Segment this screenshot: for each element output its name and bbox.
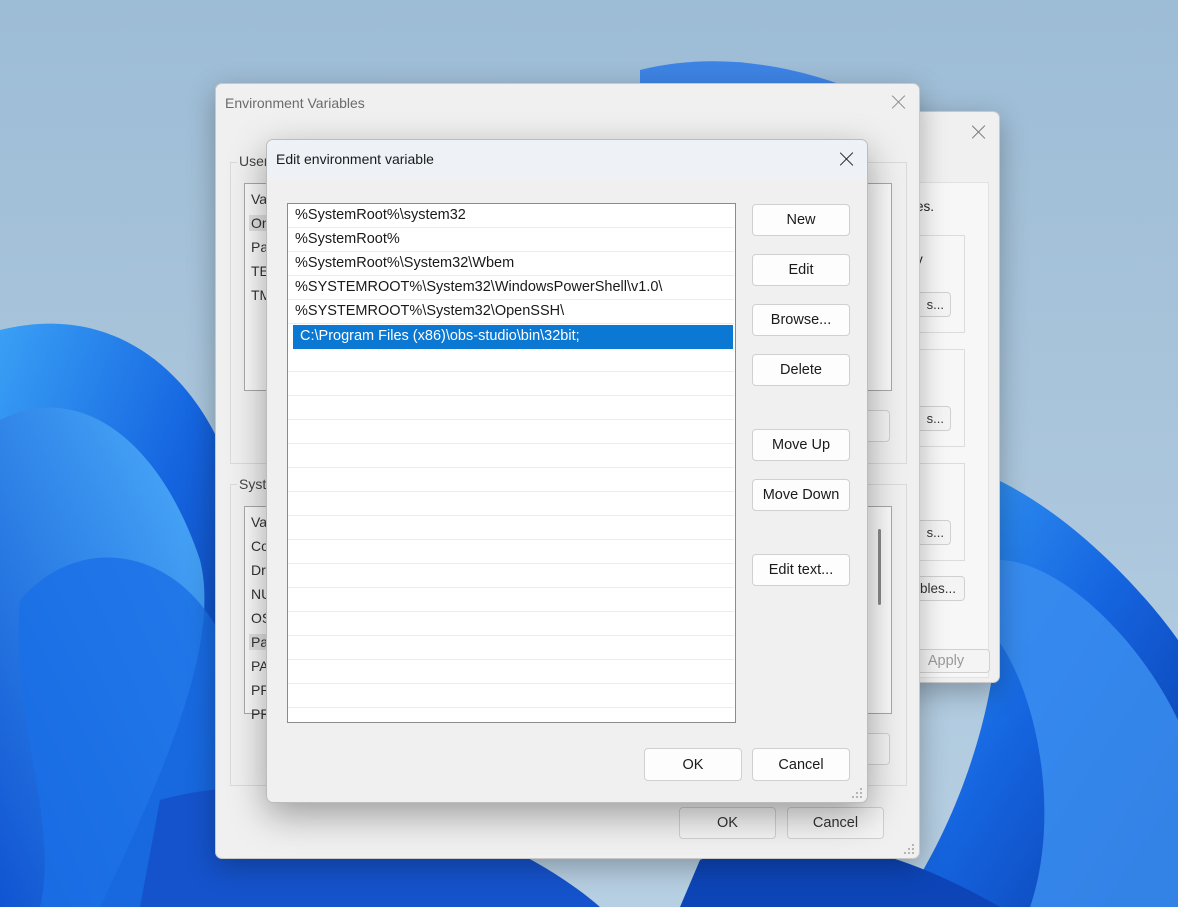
empty-row[interactable]: [288, 636, 734, 660]
browse-button[interactable]: Browse...: [752, 304, 850, 336]
new-button[interactable]: New: [752, 204, 850, 236]
ok-button[interactable]: OK: [644, 748, 742, 781]
path-entry-text: %SystemRoot%\system32: [295, 207, 466, 223]
empty-row[interactable]: [288, 372, 734, 396]
empty-row[interactable]: [288, 564, 734, 588]
title-bar: Edit environment variable: [267, 140, 867, 178]
empty-row[interactable]: [288, 492, 734, 516]
empty-row[interactable]: [288, 420, 734, 444]
path-entry-text: %SYSTEMROOT%\System32\WindowsPowerShell\…: [295, 279, 663, 295]
title-bar: Environment Variables: [216, 84, 919, 122]
dialog-title: Edit environment variable: [276, 151, 434, 167]
resize-grip-icon[interactable]: [904, 844, 914, 854]
delete-button[interactable]: Delete: [752, 354, 850, 386]
empty-row[interactable]: [288, 612, 734, 636]
close-icon[interactable]: [888, 91, 910, 113]
scrollbar-thumb[interactable]: [878, 529, 881, 605]
empty-row[interactable]: [288, 660, 734, 684]
path-entry-row[interactable]: C:\Program Files (x86)\obs-studio\bin\32…: [293, 325, 733, 349]
empty-row[interactable]: [288, 540, 734, 564]
path-entry-text: %SystemRoot%: [295, 231, 400, 247]
window-title: Environment Variables: [225, 95, 365, 111]
empty-row[interactable]: [288, 516, 734, 540]
path-entry-text: %SystemRoot%\System32\Wbem: [295, 255, 515, 271]
close-icon[interactable]: [968, 121, 990, 143]
path-entries-list[interactable]: %SystemRoot%\system32 %SystemRoot% %System…: [287, 203, 736, 723]
path-entry-text: %SYSTEMROOT%\System32\OpenSSH\: [295, 303, 565, 319]
edit-text-button[interactable]: Edit text...: [752, 554, 850, 586]
empty-row[interactable]: [288, 708, 734, 722]
close-icon[interactable]: [836, 148, 858, 170]
empty-row[interactable]: [288, 396, 734, 420]
list-item[interactable]: Va: [251, 514, 267, 530]
move-up-button[interactable]: Move Up: [752, 429, 850, 461]
empty-row[interactable]: [288, 588, 734, 612]
path-entry-row[interactable]: %SYSTEMROOT%\System32\OpenSSH\: [288, 300, 734, 324]
empty-row[interactable]: [288, 468, 734, 492]
path-entry-row[interactable]: %SystemRoot%: [288, 228, 734, 252]
move-down-button[interactable]: Move Down: [752, 479, 850, 511]
env-cancel-button[interactable]: Cancel: [787, 807, 884, 839]
cancel-button[interactable]: Cancel: [752, 748, 850, 781]
path-entry-row[interactable]: %SYSTEMROOT%\System32\WindowsPowerShell\…: [288, 276, 734, 300]
path-entry-text: C:\Program Files (x86)\obs-studio\bin\32…: [300, 328, 580, 344]
resize-grip-icon[interactable]: [852, 788, 862, 798]
path-entry-row[interactable]: %SystemRoot%\system32: [288, 204, 734, 228]
edit-button[interactable]: Edit: [752, 254, 850, 286]
list-item[interactable]: Dr: [251, 562, 266, 578]
empty-row[interactable]: [288, 348, 734, 372]
empty-row[interactable]: [288, 684, 734, 708]
edit-environment-variable-dialog: Edit environment variable %SystemRoot%\s…: [266, 139, 868, 803]
path-entry-row[interactable]: %SystemRoot%\System32\Wbem: [288, 252, 734, 276]
list-item[interactable]: Va: [251, 191, 267, 207]
env-ok-button[interactable]: OK: [679, 807, 776, 839]
empty-row[interactable]: [288, 444, 734, 468]
